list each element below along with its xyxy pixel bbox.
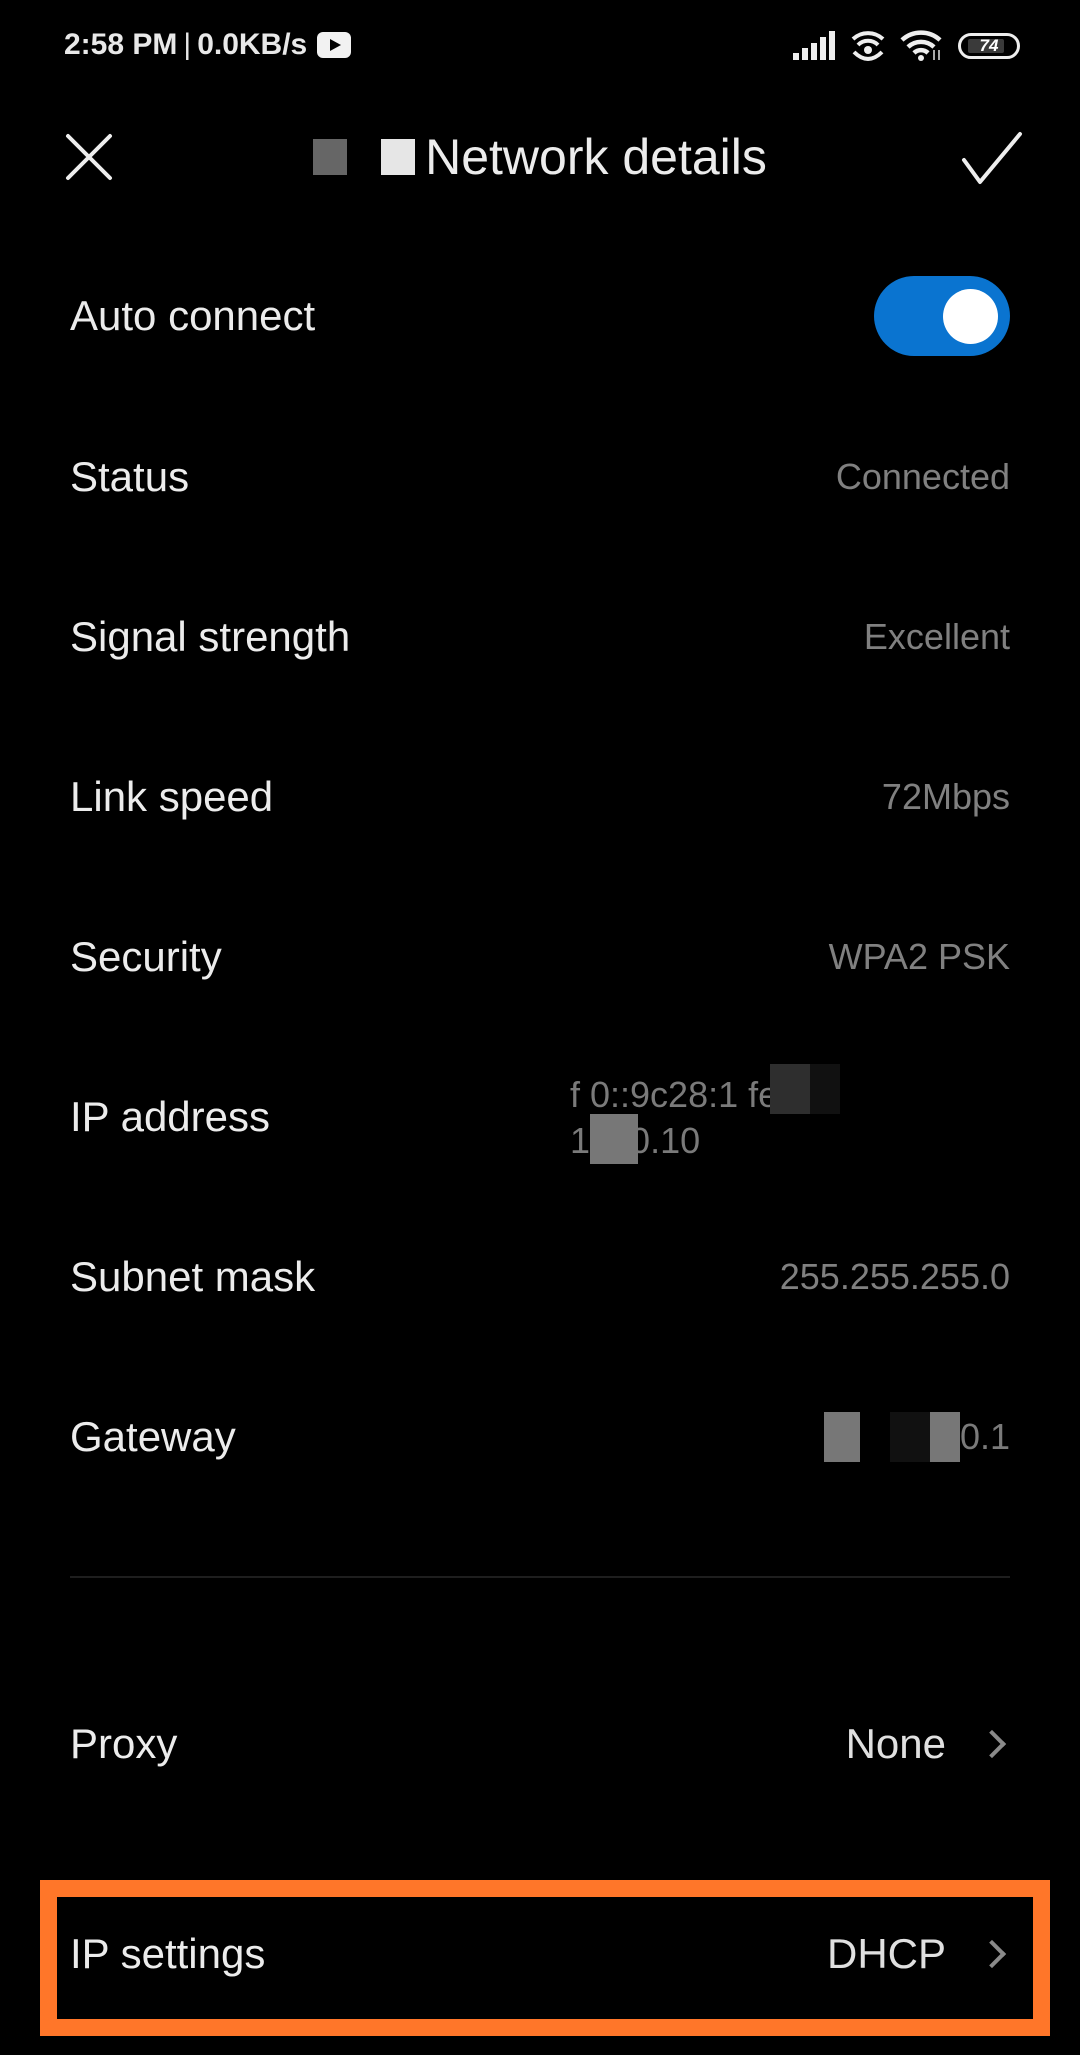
gateway-row: Gateway 1 .10 0.1 xyxy=(70,1387,1010,1487)
redaction-block xyxy=(590,1114,638,1164)
cellular-signal-icon xyxy=(793,31,835,60)
page-title: Network details xyxy=(425,129,767,185)
wifi-icon xyxy=(900,30,942,61)
auto-connect-row: Auto connect xyxy=(70,266,1010,366)
ip-settings-value: DHCP xyxy=(826,1930,946,1977)
chevron-right-icon xyxy=(977,1939,1007,1969)
status-left: 2:58 PM | 0.0KB/s xyxy=(64,28,352,62)
toggle-knob xyxy=(943,289,998,344)
confirm-button[interactable] xyxy=(960,130,1024,190)
redacted-ssid-block xyxy=(381,139,416,175)
redaction-block xyxy=(890,1412,930,1462)
signal-strength-value: Excellent xyxy=(863,616,1010,657)
battery-icon: 74 xyxy=(958,33,1020,59)
redaction-block xyxy=(824,1412,860,1462)
redaction-block xyxy=(770,1064,810,1114)
proxy-value: None xyxy=(845,1720,946,1767)
ip-address-value: f 0::9c28:1 fe0c 1 6 0.10 xyxy=(570,1064,910,1164)
proxy-label: Proxy xyxy=(70,1720,178,1767)
subnet-mask-label: Subnet mask xyxy=(70,1253,316,1300)
security-label: Security xyxy=(70,933,222,980)
gateway-label: Gateway xyxy=(70,1413,236,1460)
gateway-value: 1 .10 0.1 xyxy=(790,1412,1010,1462)
wifi-calling-icon xyxy=(851,31,885,61)
subnet-mask-row: Subnet mask 255.255.255.0 xyxy=(70,1227,1010,1327)
ip-address-row: IP address f 0::9c28:1 fe0c 1 6 0.10 xyxy=(70,1064,1010,1167)
status-value: Connected xyxy=(835,456,1010,497)
network-speed: 0.0KB/s xyxy=(197,28,308,61)
status-bar: 2:58 PM | 0.0KB/s 74 xyxy=(0,0,1080,96)
auto-connect-label: Auto connect xyxy=(70,292,316,339)
status-label: Status xyxy=(70,453,190,500)
ip-address-label: IP address xyxy=(70,1093,271,1140)
section-divider xyxy=(70,1576,1010,1578)
battery-level: 74 xyxy=(979,36,999,55)
security-value: WPA2 PSK xyxy=(828,936,1010,977)
header: Network details xyxy=(0,110,1080,210)
youtube-icon xyxy=(317,32,352,58)
redaction-block xyxy=(810,1064,840,1114)
ip-settings-selector[interactable]: DHCP xyxy=(827,1930,1010,1978)
link-speed-value: 72Mbps xyxy=(881,776,1010,817)
status-separator: | xyxy=(183,28,192,61)
check-icon xyxy=(962,132,1022,184)
title-area: Network details xyxy=(0,128,1080,186)
redacted-ssid-block xyxy=(313,139,348,175)
link-speed-row: Link speed 72Mbps xyxy=(70,747,1010,847)
auto-connect-toggle[interactable] xyxy=(874,276,1010,356)
redaction-block xyxy=(930,1412,960,1462)
clock: 2:58 PM xyxy=(64,28,178,61)
security-row: Security WPA2 PSK xyxy=(70,907,1010,1007)
chevron-right-icon xyxy=(977,1729,1007,1759)
status-right: 74 xyxy=(792,30,1020,62)
signal-strength-label: Signal strength xyxy=(70,613,351,660)
ip-settings-label: IP settings xyxy=(70,1930,266,1977)
proxy-selector[interactable]: None xyxy=(846,1720,1010,1768)
subnet-mask-value: 255.255.255.0 xyxy=(779,1256,1010,1297)
ip-settings-row[interactable]: IP settings DHCP xyxy=(70,1904,1010,2004)
signal-strength-row: Signal strength Excellent xyxy=(70,587,1010,687)
proxy-row[interactable]: Proxy None xyxy=(70,1694,1010,1794)
status-row: Status Connected xyxy=(70,427,1010,527)
link-speed-label: Link speed xyxy=(70,773,274,820)
